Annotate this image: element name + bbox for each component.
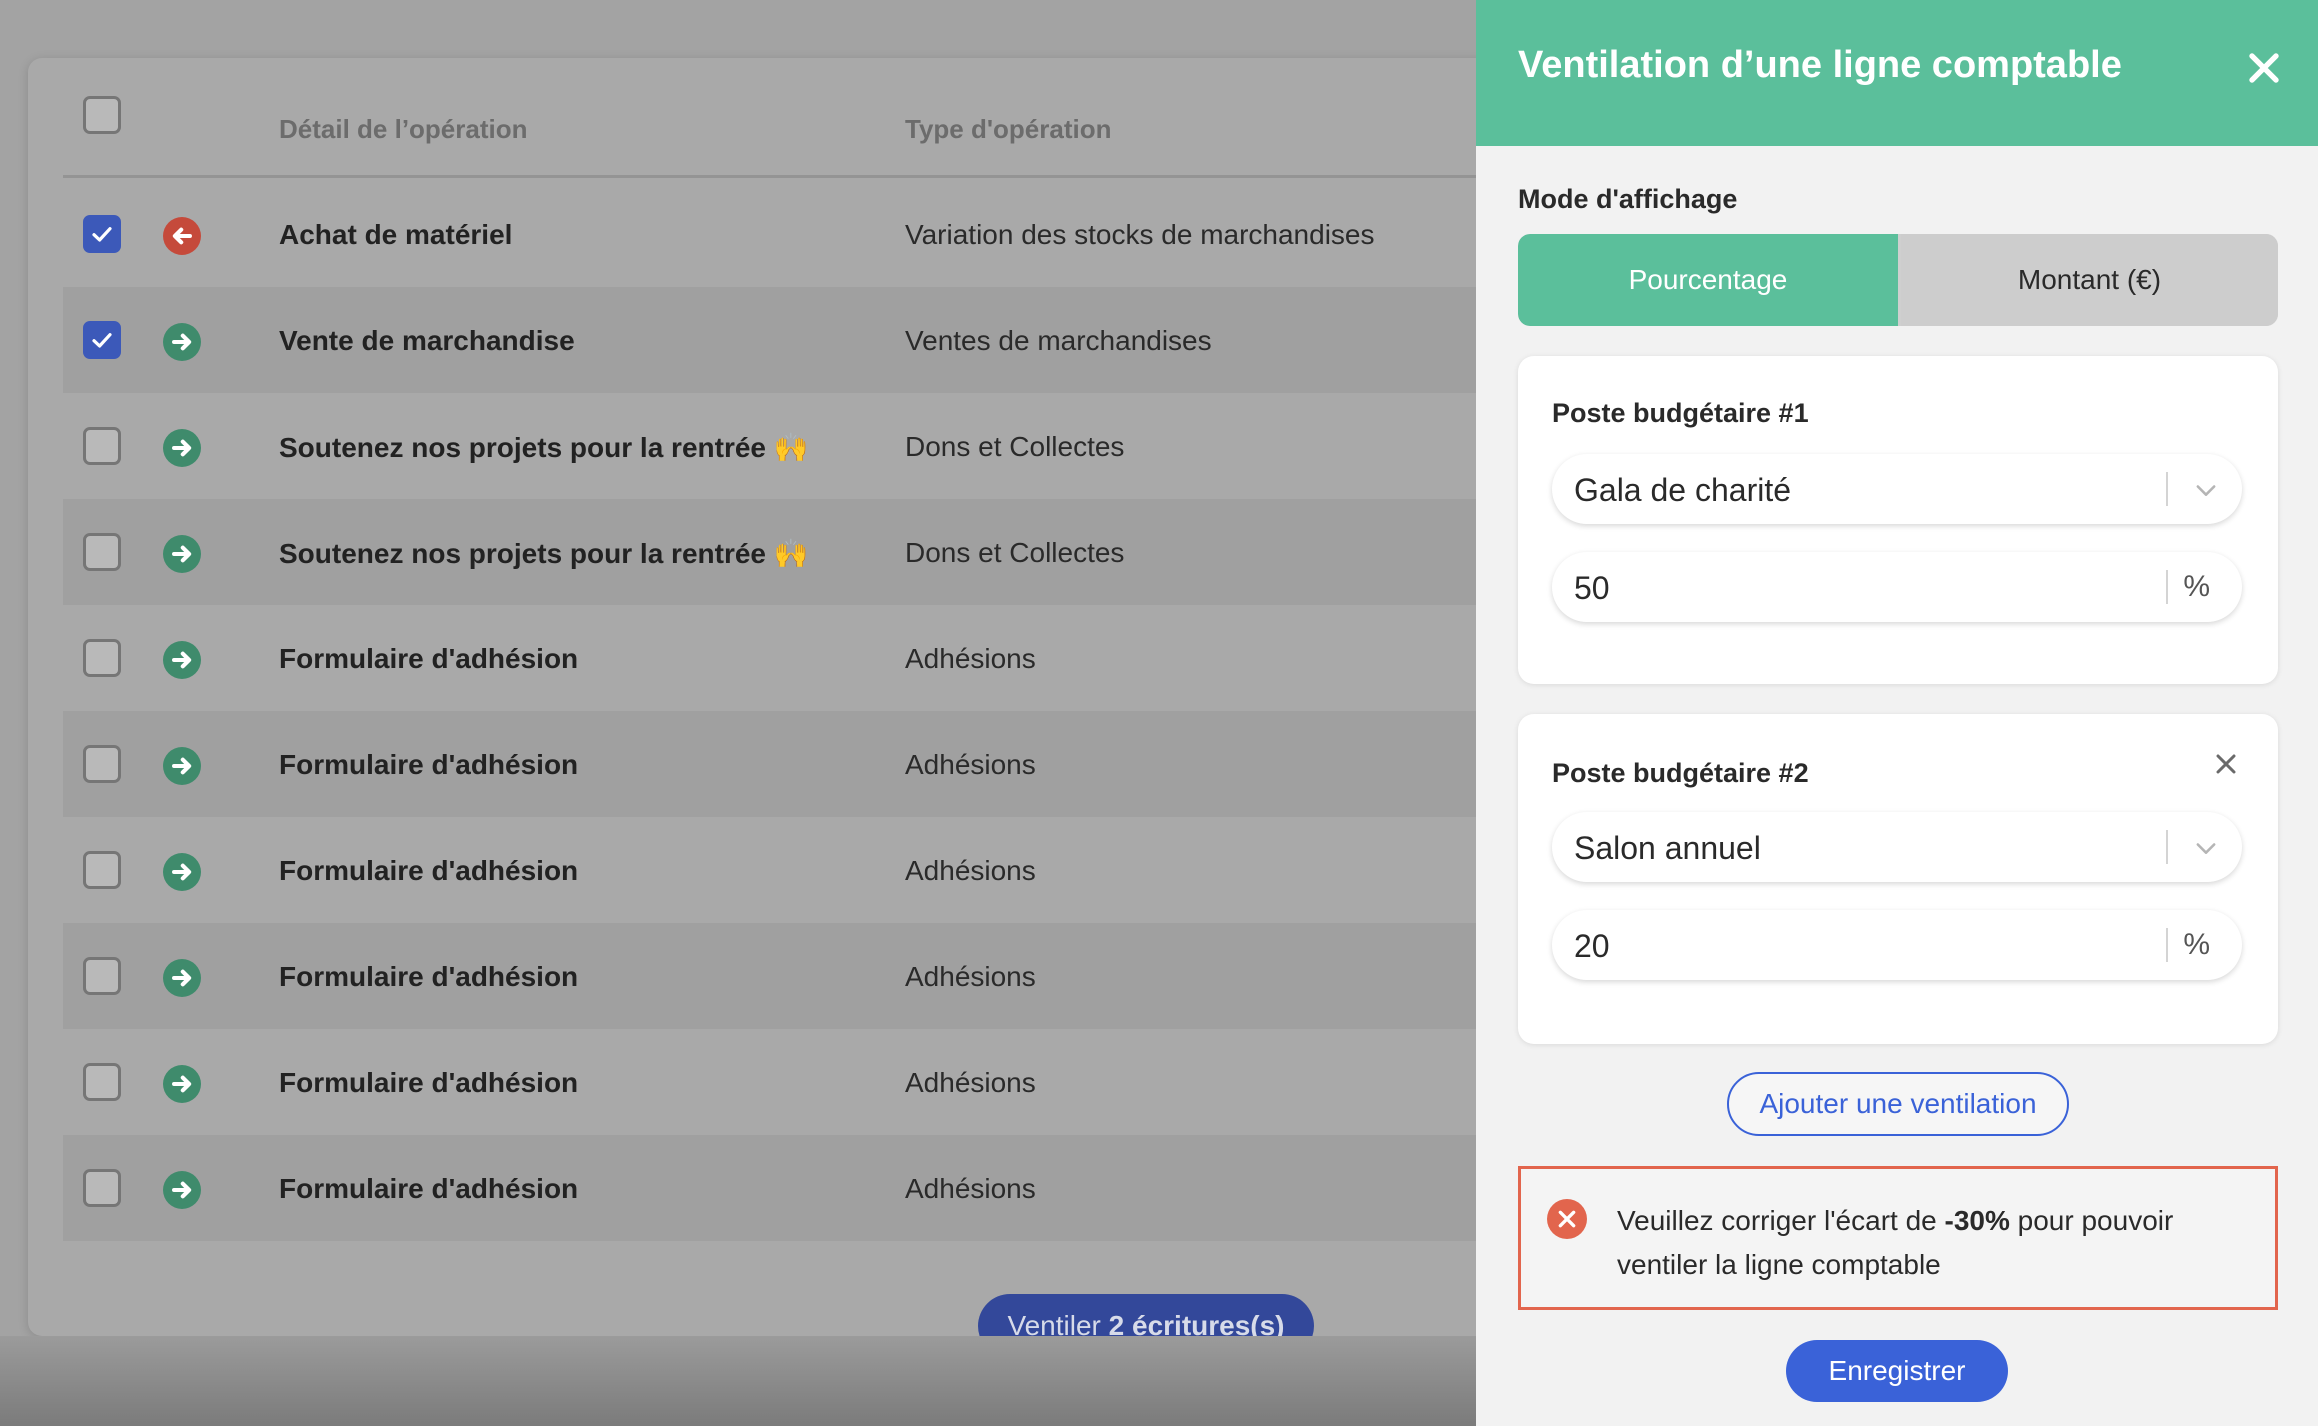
percent-unit: % (2183, 570, 2210, 603)
arrow-right-icon (163, 641, 201, 679)
arrow-left-icon (163, 217, 201, 255)
bottom-shadow (0, 1336, 1476, 1426)
budget-item-select[interactable]: Salon annuel (1552, 812, 2242, 882)
check-icon (92, 333, 112, 348)
panel-header: Ventilation d’une ligne comptable (1476, 0, 2318, 146)
header-type: Type d'opération (905, 114, 1112, 144)
select-divider (2166, 472, 2168, 506)
operation-type: Adhésions (905, 1067, 1036, 1098)
ventilation-panel: Ventilation d’une ligne comptable Mode d… (1476, 0, 2318, 1426)
input-divider (2166, 570, 2168, 604)
save-button[interactable]: Enregistrer (1786, 1340, 2008, 1402)
table-header: Détail de l’opération Type d'opération (63, 58, 1498, 178)
row-checkbox[interactable] (83, 745, 121, 783)
row-checkbox[interactable] (83, 639, 121, 677)
operation-type: Adhésions (905, 961, 1036, 992)
table-row[interactable]: Achat de matériel Variation des stocks de… (63, 181, 1498, 287)
operations-table-card: Détail de l’opération Type d'opération A… (28, 58, 1498, 1336)
operation-detail: Formulaire d'adhésion (279, 1067, 579, 1098)
operation-type: Dons et Collectes (905, 431, 1125, 462)
table-row[interactable]: Vente de marchandise Ventes de marchandis… (63, 287, 1498, 393)
arrow-right-icon (163, 747, 201, 785)
operation-detail: Formulaire d'adhésion (279, 855, 579, 886)
percent-input[interactable]: 20 % (1552, 910, 2242, 980)
check-icon (92, 227, 112, 242)
table-row[interactable]: Formulaire d'adhésion Adhésions (63, 1029, 1498, 1135)
table-row[interactable]: Soutenez nos projets pour la rentrée 🙌 Do… (63, 499, 1498, 605)
error-icon (1547, 1199, 1587, 1239)
error-gap-value: -30% (1944, 1205, 2010, 1236)
row-checkbox[interactable] (83, 1169, 121, 1207)
row-checkbox[interactable] (83, 215, 121, 253)
mode-percent-tab[interactable]: Pourcentage (1518, 234, 1898, 326)
operation-detail: Formulaire d'adhésion (279, 1173, 579, 1204)
select-value: Salon annuel (1574, 830, 1761, 866)
arrow-right-icon (163, 1065, 201, 1103)
chevron-down-icon[interactable] (2192, 834, 2220, 862)
add-ventilation-button[interactable]: Ajouter une ventilation (1727, 1072, 2069, 1136)
arrow-right-icon (163, 429, 201, 467)
budget-item-title: Poste budgétaire #1 (1552, 398, 1809, 428)
operation-type: Adhésions (905, 643, 1036, 674)
percent-value: 20 (1574, 928, 1610, 964)
ventiler-button[interactable]: Ventiler 2 écritures(s) (978, 1294, 1314, 1336)
select-all-checkbox[interactable] (83, 96, 121, 134)
budget-item-card-1: Poste budgétaire #1 Gala de charité 50 % (1518, 356, 2278, 684)
row-checkbox[interactable] (83, 533, 121, 571)
error-message: Veuillez corriger l'écart de -30% pour p… (1617, 1199, 2247, 1287)
row-checkbox[interactable] (83, 851, 121, 889)
row-checkbox[interactable] (83, 957, 121, 995)
operation-type: Dons et Collectes (905, 537, 1125, 568)
percent-value: 50 (1574, 570, 1610, 606)
table-row[interactable]: Formulaire d'adhésion Adhésions (63, 817, 1498, 923)
ventiler-count: 2 écritures(s) (1108, 1310, 1285, 1336)
arrow-right-icon (163, 535, 201, 573)
table-row[interactable]: Formulaire d'adhésion Adhésions (63, 711, 1498, 817)
operation-type: Adhésions (905, 1173, 1036, 1204)
error-alert: Veuillez corriger l'écart de -30% pour p… (1518, 1166, 2278, 1310)
table-row[interactable]: Formulaire d'adhésion Adhésions (63, 1135, 1498, 1241)
operation-detail: Formulaire d'adhésion (279, 643, 579, 674)
operation-detail: Vente de marchandise (279, 325, 575, 356)
close-icon[interactable] (2246, 50, 2282, 86)
display-mode-label: Mode d'affichage (1518, 184, 1738, 214)
ventiler-prefix: Ventiler (1007, 1310, 1109, 1336)
operation-type: Adhésions (905, 749, 1036, 780)
operation-detail: Soutenez nos projets pour la rentrée 🙌 (279, 432, 809, 463)
panel-title: Ventilation d’une ligne comptable (1518, 44, 2122, 86)
row-checkbox[interactable] (83, 427, 121, 465)
budget-item-select[interactable]: Gala de charité (1552, 454, 2242, 524)
operation-detail: Formulaire d'adhésion (279, 749, 579, 780)
select-value: Gala de charité (1574, 472, 1792, 508)
mode-amount-tab[interactable]: Montant (€) (1901, 234, 2278, 326)
operation-type: Adhésions (905, 855, 1036, 886)
remove-icon[interactable] (2214, 752, 2238, 776)
row-checkbox[interactable] (83, 321, 121, 359)
table-row[interactable]: Formulaire d'adhésion Adhésions (63, 605, 1498, 711)
operation-detail: Soutenez nos projets pour la rentrée 🙌 (279, 538, 809, 569)
budget-item-card-2: Poste budgétaire #2 Salon annuel 20 % (1518, 714, 2278, 1044)
table-row[interactable]: Formulaire d'adhésion Adhésions (63, 923, 1498, 1029)
error-text-before: Veuillez corriger l'écart de (1617, 1205, 1945, 1236)
budget-item-title: Poste budgétaire #2 (1552, 758, 1809, 788)
header-detail: Détail de l’opération (279, 114, 528, 144)
select-divider (2166, 830, 2168, 864)
table-row[interactable]: Soutenez nos projets pour la rentrée 🙌 Do… (63, 393, 1498, 499)
arrow-right-icon (163, 323, 201, 361)
input-divider (2166, 928, 2168, 962)
row-checkbox[interactable] (83, 1063, 121, 1101)
percent-unit: % (2183, 928, 2210, 961)
operation-type: Variation des stocks de marchandises (905, 219, 1375, 250)
percent-input[interactable]: 50 % (1552, 552, 2242, 622)
chevron-down-icon[interactable] (2192, 476, 2220, 504)
display-mode-toggle: Pourcentage Montant (€) (1518, 234, 2278, 326)
operation-detail: Formulaire d'adhésion (279, 961, 579, 992)
arrow-right-icon (163, 1171, 201, 1209)
operation-type: Ventes de marchandises (905, 325, 1212, 356)
operation-detail: Achat de matériel (279, 219, 513, 250)
arrow-right-icon (163, 959, 201, 997)
background-overlay: Détail de l’opération Type d'opération A… (0, 0, 1498, 1426)
arrow-right-icon (163, 853, 201, 891)
